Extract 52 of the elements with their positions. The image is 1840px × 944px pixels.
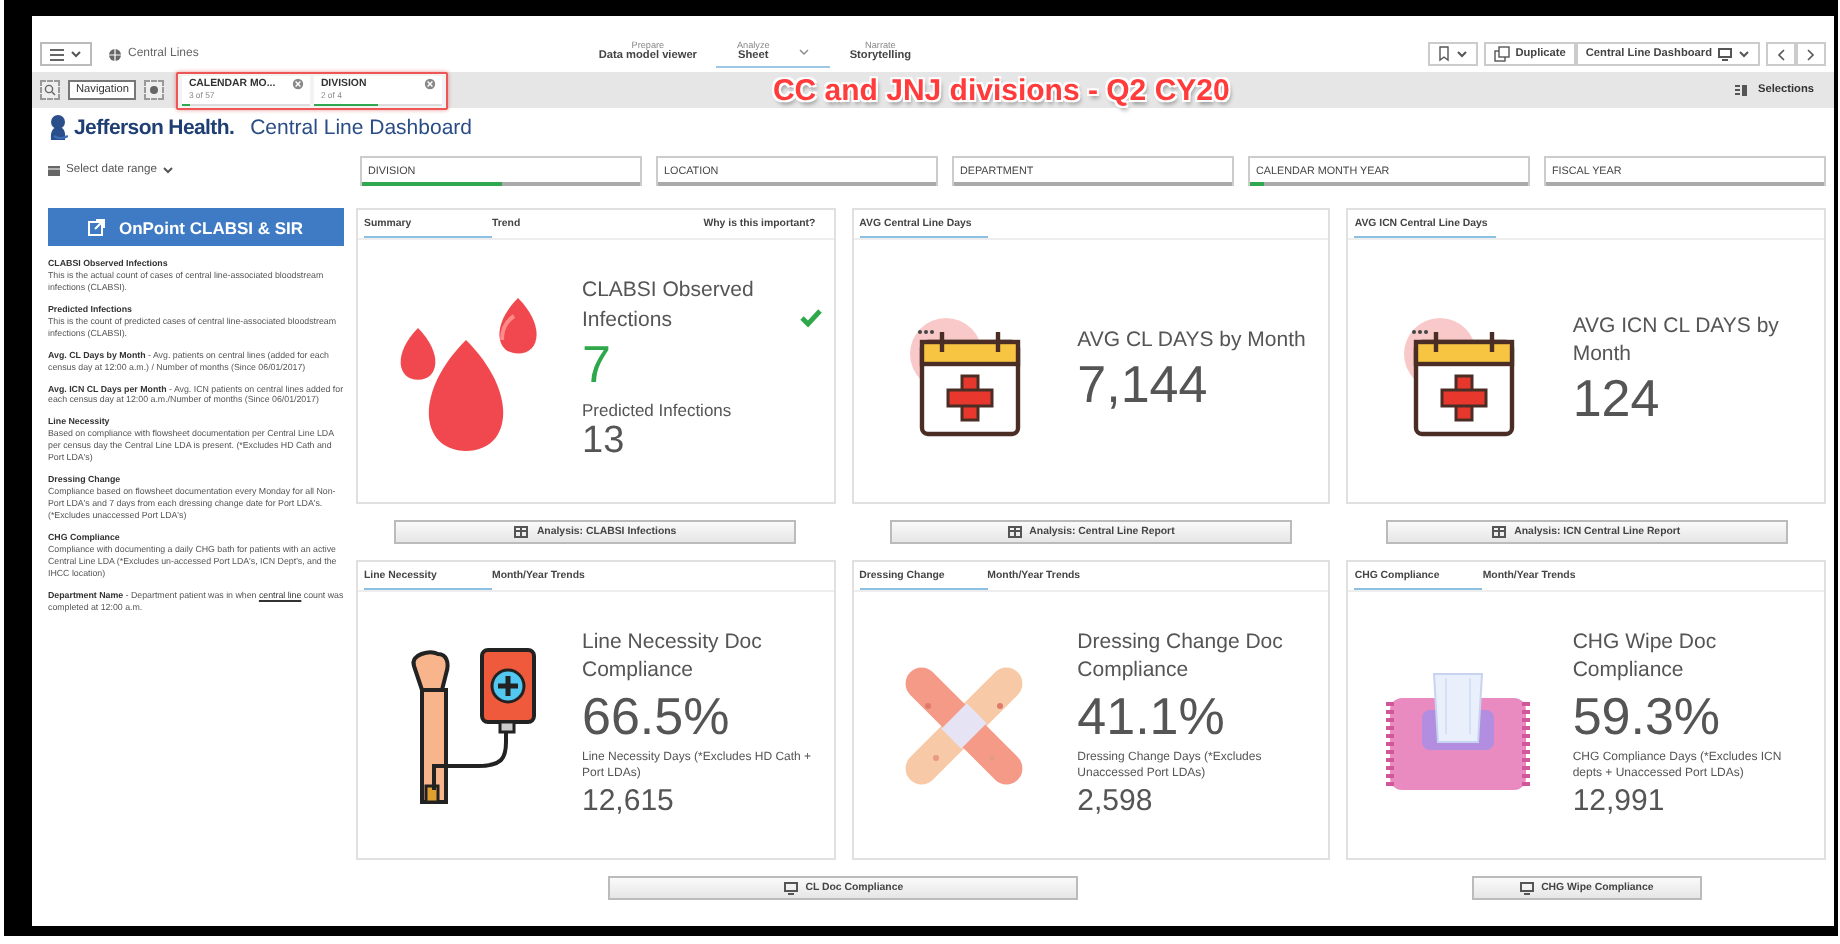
table-icon xyxy=(1007,526,1022,538)
kpi-value: 7 xyxy=(582,333,613,396)
kpi-title: AVG ICN CL DAYS by Month xyxy=(1572,311,1781,369)
monitor-icon xyxy=(1519,881,1534,895)
monitor-icon xyxy=(1718,47,1732,61)
caret-icon xyxy=(70,50,82,58)
clear-icon xyxy=(292,77,305,89)
next-sheet-button[interactable] xyxy=(1796,42,1826,66)
caret-icon xyxy=(1738,50,1750,58)
caret-icon xyxy=(797,47,810,55)
kpi-sub-value: 13 xyxy=(582,419,627,466)
kpi-title: AVG CL DAYS by Month xyxy=(1077,325,1306,354)
kpi-value: 59.3% xyxy=(1572,685,1723,748)
table-icon xyxy=(514,526,529,538)
dashboard-title: Central Line Dashboard xyxy=(250,116,472,140)
kpi-value: 66.5% xyxy=(582,685,732,748)
search-icon xyxy=(44,84,56,96)
copy-icon xyxy=(1493,46,1510,62)
previous-sheet-button[interactable] xyxy=(1766,42,1796,66)
kpi-title: Line Necessity Doc Compliance xyxy=(582,628,764,686)
dot-icon xyxy=(148,84,161,96)
kpi-title: CLABSI Observed Infections xyxy=(582,276,756,334)
logo-text: Jefferson Health. xyxy=(74,116,235,140)
kpi-value: 124 xyxy=(1572,368,1662,431)
calendar-icon xyxy=(48,164,60,176)
caret-icon xyxy=(162,166,175,174)
kpi-sub-value: 12,615 xyxy=(582,782,676,822)
onpoint-link-button[interactable]: OnPoint CLABSI & SIR xyxy=(48,208,344,246)
kpi-sub-value: 12,991 xyxy=(1572,782,1667,822)
caret-icon xyxy=(1455,50,1468,58)
kpi-value: 41.1% xyxy=(1077,685,1227,748)
selections-icon xyxy=(1734,83,1749,97)
chevron-left-icon xyxy=(1776,47,1786,61)
kpi-sub-label: Predicted Infections xyxy=(582,399,734,420)
kpi-sub-value: 2,598 xyxy=(1077,782,1155,822)
menu-button[interactable] xyxy=(40,42,92,66)
bookmark-icon xyxy=(1437,46,1450,62)
table-icon xyxy=(1492,526,1507,538)
clear-icon xyxy=(424,77,437,89)
kpi-title: CHG Wipe Doc Compliance xyxy=(1572,628,1719,686)
external-link-icon xyxy=(88,218,107,236)
annotation-text: CC and JNJ divisions - Q2 CY20 xyxy=(772,73,1230,107)
menu-icon xyxy=(50,47,64,61)
kpi-title: Dressing Change Doc Compliance xyxy=(1077,628,1285,686)
clear-selections-button[interactable] xyxy=(144,80,165,100)
monitor-icon xyxy=(783,881,798,895)
logo-icon xyxy=(48,114,68,142)
bookmark-button[interactable] xyxy=(1427,42,1478,66)
globe-icon xyxy=(108,47,122,61)
kpi-value: 7,144 xyxy=(1077,353,1210,417)
smart-search-button[interactable] xyxy=(40,80,60,100)
chevron-right-icon xyxy=(1806,47,1816,61)
